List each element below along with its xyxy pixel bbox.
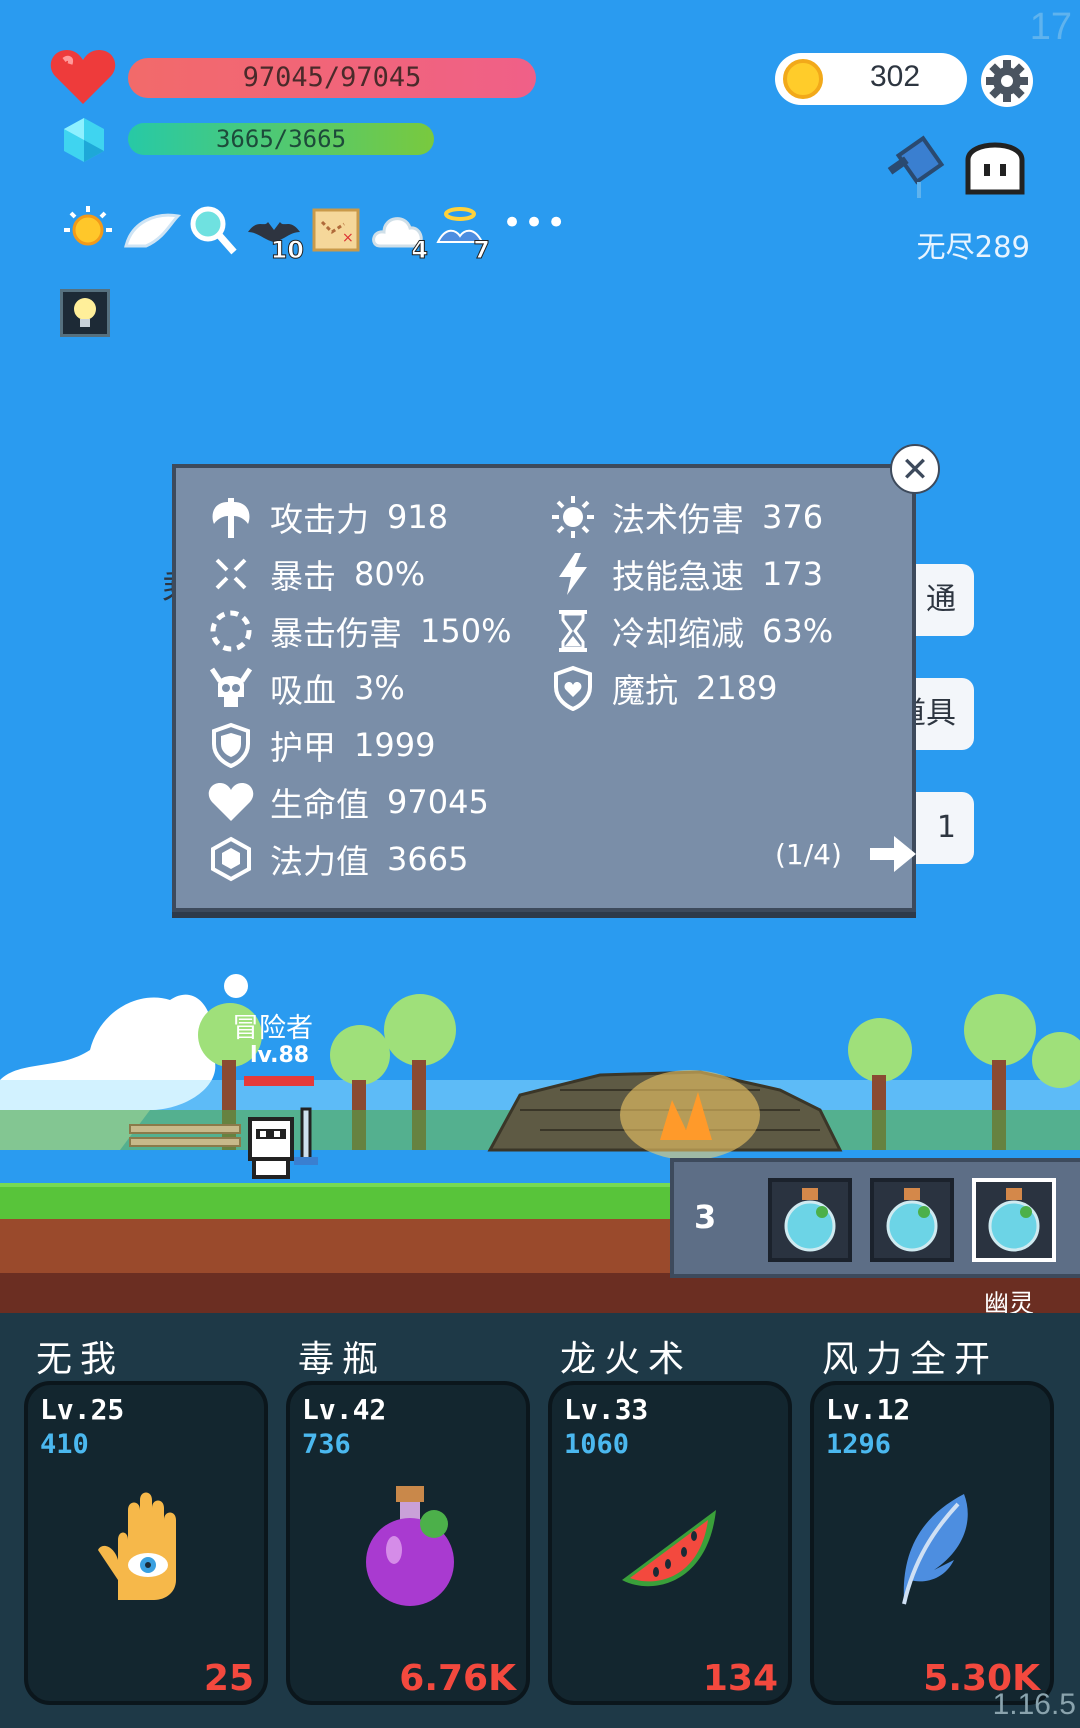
magic-shield-icon: [548, 663, 598, 713]
skill-damage: 134: [702, 1658, 778, 1699]
skill-card-dragon-fire[interactable]: Lv.33 1060 134: [548, 1381, 792, 1705]
hp-bar: 97045/97045: [128, 58, 536, 98]
more-buffs-icon[interactable]: •••: [502, 203, 568, 243]
hero-level: lv.88: [250, 1043, 310, 1068]
ghost-potion-icon: [988, 1188, 1040, 1252]
enemy-slot-selected[interactable]: [972, 1178, 1056, 1262]
ghost-potion-icon: [886, 1188, 938, 1252]
enemy-wave-tray: 3: [670, 1158, 1080, 1278]
page-indicator: (1/4): [775, 838, 842, 871]
spell-sun-icon: [548, 492, 598, 542]
stat-mana: 法力值 3665: [206, 834, 468, 884]
gem-icon: [206, 834, 256, 884]
stat-cooldown: 冷却缩减 63%: [548, 606, 833, 656]
axe-icon: [206, 492, 256, 542]
sun-icon[interactable]: [60, 202, 116, 258]
hero-name: 冒险者: [232, 1013, 313, 1044]
watermelon-icon: [622, 1510, 716, 1587]
stat-lifesteal: 吸血 3%: [206, 663, 405, 713]
lightning-icon: [548, 549, 598, 599]
skull-icon: [206, 663, 256, 713]
ghost-potion-icon: [784, 1188, 836, 1252]
settings-gear-icon[interactable]: [980, 54, 1034, 108]
skill-name: 龙火术: [560, 1339, 693, 1380]
stat-armor: 护甲 1999: [206, 720, 435, 770]
ghost-pet-icon[interactable]: [962, 130, 1028, 198]
fps-counter: 17: [1029, 6, 1072, 48]
stat-crit-damage: 暴击伤害 150%: [206, 606, 511, 656]
shield-icon: [206, 720, 256, 770]
enemy-count: 3: [694, 1198, 717, 1236]
enemy-slot[interactable]: [768, 1178, 852, 1262]
skill-damage: 6.76K: [399, 1658, 516, 1699]
coin-counter: 302: [775, 53, 967, 105]
stat-attack: 攻击力 918: [206, 492, 448, 542]
skill-level: Lv.42: [302, 1393, 387, 1426]
coin-icon: [783, 59, 823, 99]
skill-name: 无我: [36, 1339, 125, 1380]
hero-hp-bar: [244, 1076, 314, 1086]
poison-bottle-icon: [366, 1486, 454, 1606]
treasure-map-icon[interactable]: ×: [308, 202, 364, 258]
enemy-slot[interactable]: [870, 1178, 954, 1262]
background-scenery: [0, 974, 1080, 1160]
skill-name: 毒瓶: [298, 1339, 387, 1380]
skill-card-poison-bottle[interactable]: Lv.42 736 6.76K: [286, 1381, 530, 1705]
skill-level: Lv.12: [826, 1393, 911, 1426]
eye-hand-icon: [98, 1492, 176, 1600]
knight-hero-sprite: [248, 1107, 318, 1179]
skill-damage: 25: [203, 1658, 254, 1699]
skill-level: Lv.25: [40, 1393, 125, 1426]
next-page-arrow-icon[interactable]: [868, 832, 918, 876]
skill-cost: 736: [302, 1429, 351, 1460]
hourglass-icon: [548, 606, 598, 656]
stat-health: 生命值 97045: [206, 777, 489, 827]
lightbulb-icon[interactable]: [60, 289, 110, 337]
heart-icon: [50, 50, 116, 104]
stat-crit: 暴击 80%: [206, 549, 425, 599]
skill-cost: 410: [40, 1429, 89, 1460]
cloud-icon[interactable]: 4: [370, 202, 428, 265]
mana-gem-icon: [64, 118, 104, 162]
angel-icon[interactable]: 7: [432, 202, 490, 265]
skill-level: Lv.33: [564, 1393, 649, 1426]
mp-bar: 3665/3665: [128, 123, 434, 155]
crit-damage-icon: [206, 606, 256, 656]
close-panel-button[interactable]: ✕: [890, 444, 940, 494]
coin-value: 302: [869, 60, 921, 93]
stat-spell-damage: 法术伤害 376: [548, 492, 823, 542]
svg-text:×: ×: [342, 230, 354, 246]
stat-magic-resist: 魔抗 2189: [548, 663, 777, 713]
skill-cost: 1296: [826, 1429, 892, 1460]
magnifier-icon[interactable]: [184, 202, 240, 258]
stat-ability-haste: 技能急速 173: [548, 549, 823, 599]
dirt-layer-deep: [0, 1273, 1080, 1313]
skill-cost: 1060: [564, 1429, 630, 1460]
feather-icon: [902, 1494, 968, 1605]
watering-can-icon[interactable]: [885, 130, 955, 202]
skill-card-wind[interactable]: Lv.12 1296 5.30K: [810, 1381, 1054, 1705]
version-label: 1.16.5: [992, 1688, 1076, 1721]
wing-icon[interactable]: [122, 202, 182, 258]
crit-icon: [206, 549, 256, 599]
bat-icon[interactable]: 10: [246, 202, 305, 265]
heart-icon: [206, 777, 256, 827]
buff-row: 10 × 4 7 •••: [60, 202, 568, 265]
skill-card-wuwo[interactable]: Lv.25 410 25: [24, 1381, 268, 1705]
endless-stage-label: 无尽289: [916, 230, 1030, 264]
skill-name: 风力全开: [822, 1339, 999, 1380]
